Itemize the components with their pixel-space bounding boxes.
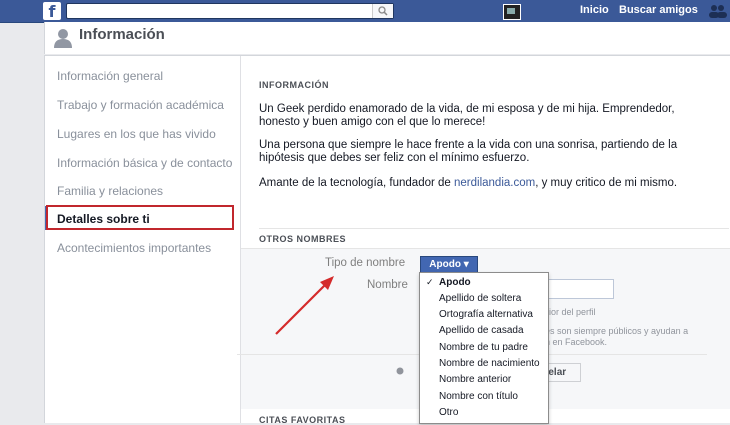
search-input[interactable] [66,3,394,19]
menu-item-other[interactable]: Otro [420,406,548,422]
info-paragraph-2: Una persona que siempre le hace frente a… [259,139,678,164]
about-sidebar: Información general Trabajo y formación … [45,56,241,423]
sidebar-item-contact-info[interactable]: Información básica y de contacto [57,156,232,170]
check-icon: ✓ [426,277,434,287]
sidebar-item-family-relationships[interactable]: Familia y relaciones [57,184,163,198]
name-type-label: Tipo de nombre [325,257,406,269]
search-button[interactable] [372,4,393,18]
privacy-hint-3: n en Facebook. [545,337,608,347]
name-type-dropdown-button[interactable]: Apodo ▾ [420,256,478,273]
sidebar-item-life-events[interactable]: Acontecimientos importantes [57,241,211,255]
menu-item-label: Nombre de nacimiento [439,358,540,369]
name-type-menu: ✓ Apodo Apellido de soltera Ortografía al… [419,272,549,424]
privacy-hint-1: ior del perfil [549,307,596,317]
menu-item-label: Apodo [439,277,471,288]
menu-item-former-name[interactable]: Nombre anterior [420,373,548,389]
top-navigation-bar: f Inicio Buscar amigos [0,0,730,23]
globe-icon[interactable] [396,367,404,375]
menu-item-label: Apellido de casada [439,325,524,336]
profile-avatar[interactable] [503,4,521,20]
menu-item-label: Ortografía alternativa [439,309,533,320]
menu-item-maiden-name[interactable]: Apellido de soltera [420,292,548,308]
search-icon [378,6,388,16]
name-input[interactable] [540,279,614,299]
menu-item-apodo[interactable]: ✓ Apodo [420,276,548,292]
sidebar-item-places-lived[interactable]: Lugares en los que has vivido [57,127,216,141]
section-header: Información [44,22,730,54]
menu-item-label: Nombre con título [439,391,518,402]
person-icon [54,29,72,48]
facebook-logo[interactable]: f [43,2,61,21]
home-link[interactable]: Inicio [580,4,609,16]
menu-item-birth-name[interactable]: Nombre de nacimiento [420,357,548,373]
menu-item-label: Nombre anterior [439,374,512,385]
favorite-quotes-section-title: CITAS FAVORITAS [259,415,346,425]
sidebar-item-overview[interactable]: Información general [57,69,163,83]
info-paragraph-3: Amante de la tecnología, fundador de ner… [259,177,679,190]
menu-item-label: Nombre de tu padre [439,342,528,353]
friend-requests-icon[interactable] [707,4,727,18]
name-label: Nombre [367,279,408,291]
menu-item-label: Otro [439,407,459,418]
info-section-title: INFORMACIÓN [259,80,329,90]
sidebar-item-work-education[interactable]: Trabajo y formación académica [57,98,224,112]
about-panel: Información general Trabajo y formación … [44,55,730,425]
menu-item-married-name[interactable]: Apellido de casada [420,324,548,340]
red-arrow-annotation [275,276,334,335]
info-paragraph-1: Un Geek perdido enamorado de la vida, de… [259,103,675,128]
page-title: Información [79,26,165,43]
selected-name-type: Apodo [429,259,461,270]
other-names-section-title: OTROS NOMBRES [259,234,347,244]
menu-item-fathers-name[interactable]: Nombre de tu padre [420,341,548,357]
divider [259,228,729,229]
find-friends-link[interactable]: Buscar amigos [619,4,698,16]
info-paragraph-3-end: , y muy critico de mi mismo. [535,177,678,189]
menu-item-alt-spelling[interactable]: Ortografía alternativa [420,308,548,324]
menu-item-label: Apellido de soltera [439,293,522,304]
highlight-box [46,205,234,230]
caret-down-icon: ▾ [463,259,469,270]
privacy-hint-2: es son siempre públicos y ayudan a [545,326,689,336]
menu-item-name-with-title[interactable]: Nombre con título [420,390,548,406]
website-link[interactable]: nerdilandia.com [454,177,535,189]
info-paragraph-3-start: Amante de la tecnología, fundador de [259,177,455,189]
